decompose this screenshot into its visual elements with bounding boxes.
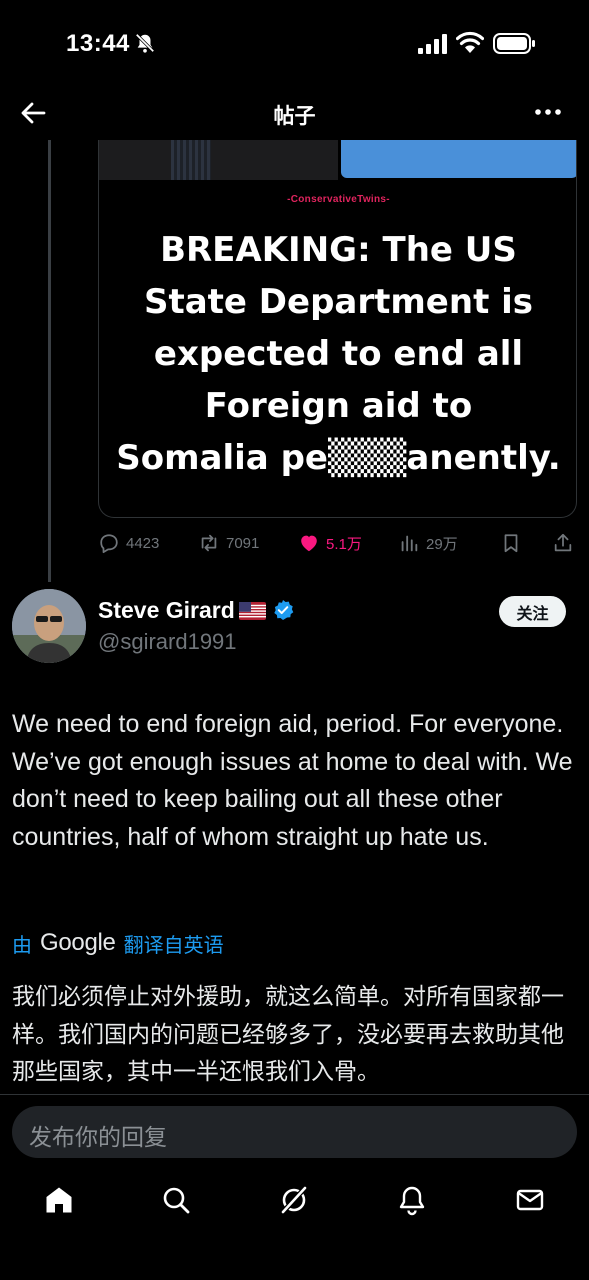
page-title: 帖子 bbox=[273, 105, 316, 128]
photo-fragment bbox=[99, 140, 338, 180]
us-flag-icon bbox=[238, 602, 266, 620]
like-count: 5.1万 bbox=[326, 535, 362, 553]
bottom-tab-bar bbox=[0, 1170, 589, 1230]
headline-line: Somalia pe▒▒▒anently. bbox=[116, 438, 561, 478]
reply-button[interactable]: 4423 bbox=[98, 528, 159, 558]
headline-line: BREAKING: The US bbox=[160, 230, 517, 270]
bell-icon bbox=[399, 1186, 425, 1216]
share-button[interactable] bbox=[552, 528, 574, 558]
post-text: We need to end foreign aid, period. For … bbox=[12, 710, 573, 851]
cellular-signal-icon bbox=[418, 34, 447, 54]
search-icon bbox=[163, 1187, 190, 1214]
author-name[interactable]: Steve Girard bbox=[98, 597, 294, 624]
translation-attribution[interactable]: 由 Google 翻译自英语 bbox=[12, 928, 224, 958]
tab-grok[interactable] bbox=[278, 1184, 310, 1216]
status-time: 13:44 bbox=[66, 30, 130, 57]
tab-home[interactable] bbox=[43, 1184, 75, 1216]
media-image-card[interactable]: -ConservativeTwins- BREAKING: The US Sta… bbox=[98, 140, 577, 518]
tab-messages[interactable] bbox=[514, 1184, 546, 1216]
reply-input-placeholder: 发布你的回复 bbox=[29, 1124, 167, 1150]
avatar[interactable] bbox=[12, 589, 86, 663]
author-name-text: Steve Girard bbox=[98, 597, 235, 623]
headline-line: State Department is bbox=[143, 282, 534, 322]
tab-notifications[interactable] bbox=[396, 1184, 428, 1216]
avatar-portrait bbox=[12, 589, 86, 663]
thread-connector-line bbox=[48, 140, 51, 582]
wifi-icon bbox=[456, 31, 484, 53]
battery-icon bbox=[493, 33, 535, 54]
reply-icon bbox=[100, 534, 118, 554]
reply-composer[interactable]: 发布你的回复 bbox=[12, 1106, 577, 1158]
headline-line: Foreign aid to bbox=[204, 386, 473, 426]
tab-search[interactable] bbox=[160, 1184, 192, 1216]
translated-post-text: 我们必须停止对外援助，就这么简单。对所有国家都一样。我们国内的问题已经够多了，没… bbox=[12, 983, 564, 1084]
verified-badge-icon bbox=[274, 600, 294, 620]
author-handle[interactable]: @sgirard1991 bbox=[98, 629, 237, 655]
grok-icon bbox=[281, 1186, 307, 1214]
mail-icon bbox=[516, 1189, 544, 1211]
more-dots-icon[interactable] bbox=[533, 100, 563, 124]
bookmark-button[interactable] bbox=[500, 528, 522, 558]
status-bar: 13:44 bbox=[0, 0, 589, 88]
blue-banner-fragment bbox=[341, 140, 576, 178]
image-watermark: -ConservativeTwins- bbox=[287, 194, 390, 205]
repost-icon bbox=[201, 534, 217, 552]
repost-count: 7091 bbox=[226, 534, 260, 552]
post-author: Steve Girard @sgirard1991 关注 bbox=[12, 589, 589, 669]
headline-line: expected to end all bbox=[153, 334, 524, 374]
share-icon bbox=[554, 533, 572, 552]
views-button[interactable]: 29万 bbox=[398, 528, 458, 558]
reply-count: 4423 bbox=[126, 534, 160, 552]
post-action-bar: 4423 7091 5.1万 29万 bbox=[98, 528, 578, 558]
divider bbox=[0, 1094, 589, 1095]
home-icon bbox=[46, 1187, 72, 1213]
views-count: 29万 bbox=[426, 535, 458, 553]
translation-suffix: 翻译自英语 bbox=[123, 934, 224, 957]
google-logo: Google bbox=[40, 929, 116, 956]
image-headline: BREAKING: The US State Department is exp… bbox=[99, 224, 576, 484]
translation-prefix: 由 bbox=[12, 934, 32, 957]
like-button[interactable]: 5.1万 bbox=[298, 528, 362, 558]
views-chart-icon bbox=[401, 535, 418, 552]
bookmark-icon bbox=[504, 534, 518, 553]
bell-muted-icon bbox=[135, 33, 155, 53]
top-navigation: 帖子 bbox=[0, 88, 589, 136]
heart-filled-icon bbox=[301, 535, 317, 552]
repost-button[interactable]: 7091 bbox=[198, 528, 259, 558]
follow-button[interactable]: 关注 bbox=[499, 596, 566, 627]
